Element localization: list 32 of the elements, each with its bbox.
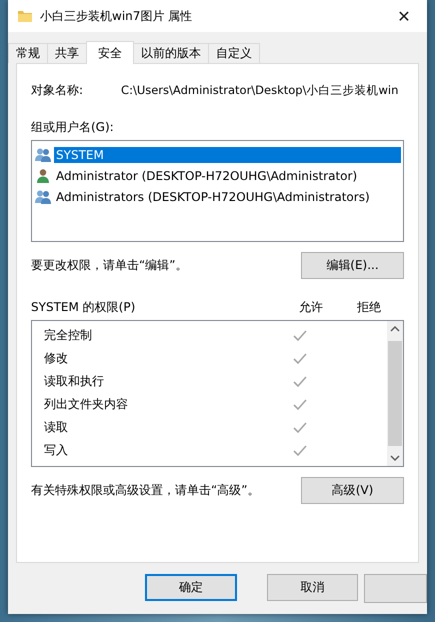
permissions-label: SYSTEM 的权限(P) [31,299,136,316]
user-list-item[interactable]: SYSTEM [54,146,401,162]
user-icon [34,168,52,184]
tab[interactable]: 常规 [8,43,48,63]
tab[interactable]: 自定义 [208,43,260,63]
tab[interactable]: 安全 [86,41,134,64]
close-button[interactable]: ✕ [381,0,427,32]
user-list-item[interactable]: Administrators (DESKTOP-H72OUHG\Administrators) [54,188,372,204]
permission-name: 读取 [44,419,69,436]
permission-name: 修改 [44,350,69,367]
ok-button[interactable]: 确定 [145,574,237,601]
permission-name: 写入 [44,442,69,459]
permission-name: 列出文件夹内容 [44,396,129,413]
cancel-button[interactable]: 取消 [266,574,358,601]
users-label: 组或用户名(G): [31,119,115,136]
deny-header: 拒绝 [356,299,382,316]
user-group-icon [34,146,52,162]
object-path: C:\Users\Administrator\Desktop\小白三步装机win [121,83,398,98]
advanced-hint: 有关特殊权限或高级设置，请单击“高级”。 [31,482,260,499]
object-name-label: 对象名称: [31,82,84,99]
user-list-item[interactable]: Administrator (DESKTOP-H72OUHG\Administrator) [54,168,360,184]
advanced-button[interactable]: 高级(V) [301,477,404,504]
window-title: 小白三步装机win7图片 属性 [40,8,194,24]
user-list[interactable]: SYSTEM Administrator (DESKTOP-H72OUHG\Administrator) Administrators (DESKTOP-H72OUHG\Administrators) [31,140,404,242]
edit-hint: 要更改权限，请单击“编辑”。 [31,257,188,274]
allow-header: 允许 [298,299,324,316]
permission-name: 完全控制 [44,327,93,344]
folder-icon [18,10,32,22]
user-group-icon [34,188,52,204]
scrollbar[interactable] [387,321,403,466]
permission-name: 读取和执行 [44,373,105,390]
edit-button[interactable]: 编辑(E)... [301,252,404,279]
